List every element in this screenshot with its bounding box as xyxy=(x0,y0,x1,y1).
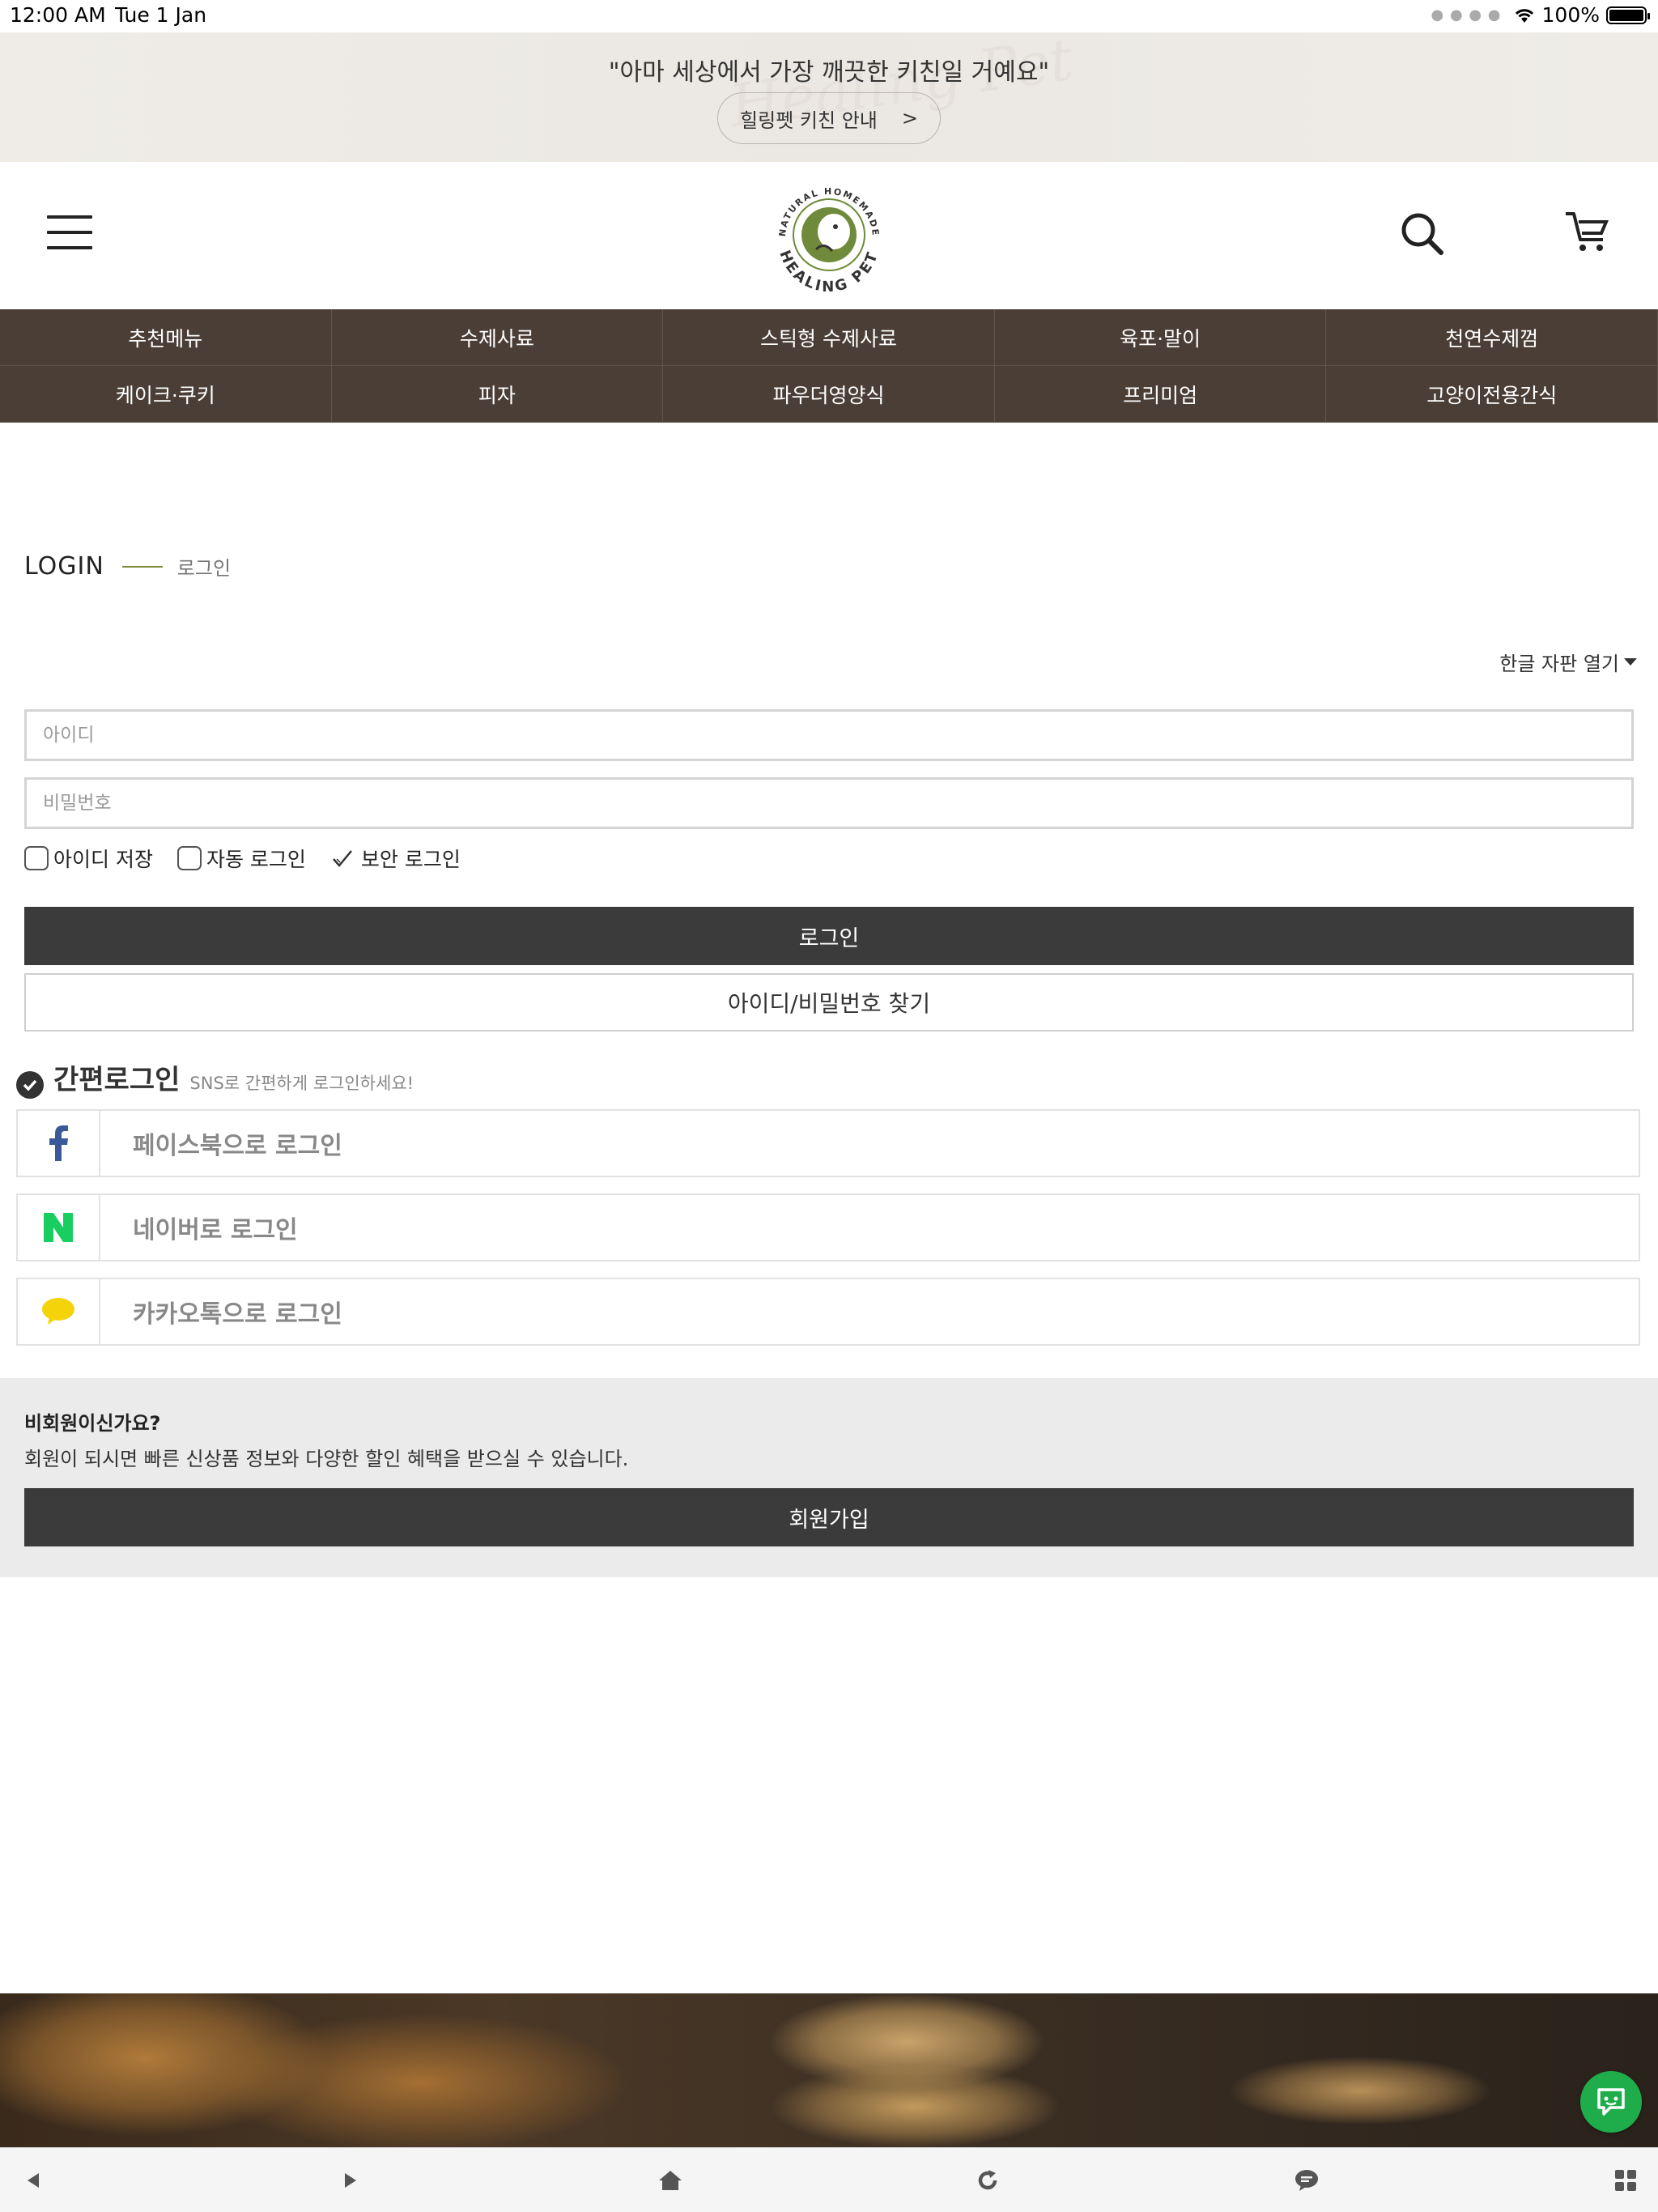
banner-quote: "아마 세상에서 가장 깨끗한 키친일 거예요" xyxy=(608,58,1050,87)
cellular-dots-icon: ● ● ● ● xyxy=(1431,6,1502,23)
bottom-toolbar xyxy=(0,2147,1658,2212)
healing-pet-logo[interactable]: NATURAL HOMEMADE HEALING PET xyxy=(767,177,891,300)
facebook-icon xyxy=(49,1125,68,1161)
page-title: LOGIN 로그인 xyxy=(24,552,231,581)
category-powder-nutrition[interactable]: 파우더영양식 xyxy=(663,366,995,423)
sns-login-title: 간편로그인 xyxy=(53,1064,181,1096)
page-title-ko: 로그인 xyxy=(176,557,232,580)
kakao-talk-icon xyxy=(42,1298,74,1325)
refresh-icon[interactable] xyxy=(973,2166,1002,2195)
wifi-icon xyxy=(1515,8,1533,23)
naver-login-label: 네이버로 로그인 xyxy=(133,1216,298,1244)
sns-login-subtitle: SNS로 간편하게 로그인하세요! xyxy=(189,1074,414,1093)
save-id-option[interactable]: 아이디 저장 xyxy=(24,844,153,873)
category-cat-snack[interactable]: 고양이전용간식 xyxy=(1326,366,1658,423)
naver-login-button[interactable]: 네이버로 로그인 xyxy=(16,1193,1640,1261)
kakao-login-label: 카카오톡으로 로그인 xyxy=(133,1300,342,1329)
back-icon[interactable] xyxy=(18,2166,47,2195)
auto-login-label: 자동 로그인 xyxy=(206,848,306,871)
forward-icon[interactable] xyxy=(337,2166,366,2195)
kakao-login-button[interactable]: 카카오톡으로 로그인 xyxy=(16,1278,1640,1346)
join-button[interactable]: 회원가입 xyxy=(24,1488,1634,1546)
auto-login-checkbox[interactable] xyxy=(176,846,202,870)
chat-bubble-icon xyxy=(1597,2088,1625,2116)
chevron-right-icon: > xyxy=(901,107,918,130)
battery-percent: 100% xyxy=(1541,3,1600,27)
kitchen-guide-label: 힐링펫 키친 안내 xyxy=(740,108,878,132)
title-divider xyxy=(121,565,163,568)
facebook-icon-cell xyxy=(18,1111,100,1176)
chat-icon[interactable] xyxy=(1292,2166,1321,2195)
status-time: 12:00 AM xyxy=(10,3,106,27)
guest-section: 비회원이신가요? 회원이 되시면 빠른 신상품 정보와 다양한 할인 혜택을 받… xyxy=(0,1378,1658,1577)
search-icon[interactable] xyxy=(1397,209,1446,257)
check-circle-icon xyxy=(16,1071,44,1099)
naver-icon xyxy=(44,1213,73,1242)
secure-login-option[interactable]: 보안 로그인 xyxy=(330,844,461,873)
category-jerky[interactable]: 육포·말이 xyxy=(994,309,1327,366)
status-right: ● ● ● ● 100% xyxy=(1431,3,1650,27)
save-id-label: 아이디 저장 xyxy=(53,848,153,871)
category-stick-food[interactable]: 스틱형 수제사료 xyxy=(663,309,995,366)
category-cake-cookie[interactable]: 케이크·쿠키 xyxy=(0,366,332,423)
guest-question: 비회원이신가요? xyxy=(24,1412,161,1435)
site-header: NATURAL HOMEMADE HEALING PET xyxy=(0,162,1658,309)
caret-down-icon xyxy=(1624,658,1637,666)
checkmark-icon[interactable] xyxy=(330,846,355,870)
keyboard-toggle[interactable]: 한글 자판 열기 xyxy=(1499,648,1637,676)
kakao-icon-cell xyxy=(18,1279,100,1344)
status-bar: 12:00 AM Tue 1 Jan ● ● ● ● 100% xyxy=(0,0,1658,32)
battery-icon xyxy=(1606,6,1650,24)
status-date: Tue 1 Jan xyxy=(115,3,207,27)
home-icon[interactable] xyxy=(656,2166,685,2195)
auto-login-option[interactable]: 자동 로그인 xyxy=(176,844,306,873)
guest-description: 회원이 되시면 빠른 신상품 정보와 다양한 할인 혜택을 받으실 수 있습니다… xyxy=(24,1448,629,1470)
facebook-login-button[interactable]: 페이스북으로 로그인 xyxy=(16,1109,1640,1177)
category-nav: 추천메뉴 수제사료 스틱형 수제사료 육포·말이 천연수제껌 케이크·쿠키 피자… xyxy=(0,309,1658,423)
category-pizza[interactable]: 피자 xyxy=(331,366,664,423)
category-premium[interactable]: 프리미엄 xyxy=(994,366,1327,423)
category-recommended[interactable]: 추천메뉴 xyxy=(0,309,332,366)
chat-fab-button[interactable] xyxy=(1580,2071,1642,2133)
login-button[interactable]: 로그인 xyxy=(24,907,1634,965)
promo-banner[interactable]: Healing Pet "아마 세상에서 가장 깨끗한 키친일 거예요" 힐링펫… xyxy=(0,32,1658,162)
kitchen-guide-button[interactable]: 힐링펫 키친 안내 > xyxy=(717,92,941,144)
save-id-checkbox[interactable] xyxy=(24,846,49,870)
grid-icon[interactable] xyxy=(1611,2166,1640,2195)
sns-login-heading: 간편로그인 SNS로 간편하게 로그인하세요! xyxy=(16,1057,414,1099)
password-input[interactable] xyxy=(24,777,1634,829)
category-handmade-food[interactable]: 수제사료 xyxy=(331,309,664,366)
hamburger-menu-icon[interactable] xyxy=(47,215,92,253)
category-natural-chew[interactable]: 천연수제껌 xyxy=(1326,309,1658,366)
cart-icon[interactable] xyxy=(1562,207,1611,256)
id-input[interactable] xyxy=(24,709,1634,761)
facebook-login-label: 페이스북으로 로그인 xyxy=(133,1132,342,1160)
naver-icon-cell xyxy=(18,1195,100,1260)
secure-login-label: 보안 로그인 xyxy=(360,848,461,871)
footer-food-image xyxy=(0,1993,1658,2147)
page-title-en: LOGIN xyxy=(24,552,104,581)
find-id-password-button[interactable]: 아이디/비밀번호 찾기 xyxy=(24,973,1634,1032)
login-options: 아이디 저장 자동 로그인 보안 로그인 xyxy=(24,844,485,873)
keyboard-toggle-label: 한글 자판 열기 xyxy=(1499,653,1619,675)
